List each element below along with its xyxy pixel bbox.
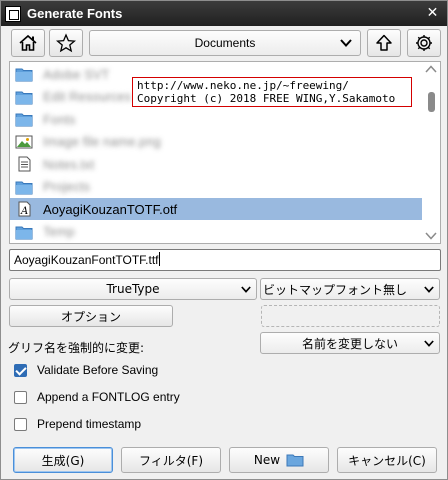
validate-label[interactable]: Validate Before Saving bbox=[37, 363, 158, 377]
file-list-item[interactable]: Fonts bbox=[10, 108, 423, 130]
app-icon bbox=[5, 5, 21, 22]
fontlog-label[interactable]: Append a FONTLOG entry bbox=[37, 390, 180, 404]
generate-button[interactable]: 生成(G) bbox=[13, 447, 113, 473]
text-caret bbox=[158, 252, 160, 266]
file-name: Image file name.png bbox=[43, 134, 161, 149]
filter-button[interactable]: フィルタ(F) bbox=[121, 447, 221, 473]
glyph-rename-select[interactable]: 名前を変更しない bbox=[260, 332, 440, 354]
parent-directory-button[interactable] bbox=[367, 29, 401, 57]
home-icon bbox=[19, 34, 37, 51]
options-button[interactable]: オプション bbox=[9, 305, 173, 327]
close-button[interactable]: ✕ bbox=[424, 5, 441, 22]
chevron-down-icon bbox=[424, 340, 434, 347]
overlay-url: http://www.neko.ne.jp/~freewing/ bbox=[137, 79, 349, 92]
file-name: Notes.txt bbox=[43, 156, 95, 172]
folder-icon bbox=[15, 226, 33, 239]
scrollbar-thumb[interactable] bbox=[428, 92, 435, 112]
file-name: Fonts bbox=[43, 111, 76, 127]
image-file-icon bbox=[15, 135, 33, 148]
favorites-button[interactable] bbox=[49, 29, 83, 57]
folder-icon bbox=[15, 181, 33, 194]
chevron-down-icon bbox=[340, 39, 352, 47]
file-name: Temp bbox=[43, 224, 75, 239]
file-list-item[interactable]: Projects bbox=[10, 176, 423, 198]
file-list-item[interactable]: Image file name.png bbox=[10, 131, 423, 153]
font-format-select[interactable]: TrueType bbox=[9, 278, 257, 300]
file-list-item[interactable]: Recent Items bbox=[10, 243, 423, 244]
file-list-item[interactable]: A AoyagiKouzanTOTF.otf bbox=[10, 198, 423, 220]
chevron-down-icon bbox=[241, 286, 251, 293]
bitmap-format-value: ビットマップフォント無し bbox=[263, 282, 408, 297]
star-icon bbox=[56, 33, 76, 53]
glyph-rename-value: 名前を変更しない bbox=[301, 336, 398, 351]
folder-icon bbox=[15, 68, 33, 82]
settings-button[interactable] bbox=[407, 29, 441, 57]
bitmap-format-select[interactable]: ビットマップフォント無し bbox=[260, 278, 440, 300]
timestamp-checkbox[interactable] bbox=[14, 418, 27, 431]
home-button[interactable] bbox=[11, 29, 45, 57]
gear-icon bbox=[416, 35, 432, 51]
file-name: Edit Resources bbox=[43, 89, 132, 104]
scroll-down-icon[interactable] bbox=[425, 231, 437, 241]
directory-label: Documents bbox=[194, 36, 256, 50]
copyright-overlay: http://www.neko.ne.jp/~freewing/ Copyrig… bbox=[132, 77, 412, 107]
filename-value: AoyagiKouzanFontTOTF.ttf bbox=[14, 253, 159, 267]
fontlog-checkbox[interactable] bbox=[14, 391, 27, 404]
new-folder-button[interactable]: New bbox=[229, 447, 329, 473]
file-name: Adobe SVT bbox=[43, 66, 110, 82]
file-name: AoyagiKouzanTOTF.otf bbox=[43, 201, 178, 217]
up-arrow-icon bbox=[376, 34, 392, 51]
directory-select[interactable]: Documents bbox=[89, 30, 361, 56]
filename-input[interactable]: AoyagiKouzanFontTOTF.ttf bbox=[9, 249, 441, 271]
scroll-up-icon[interactable] bbox=[425, 64, 437, 74]
svg-text:A: A bbox=[20, 206, 28, 217]
generate-fonts-dialog: Generate Fonts ✕ Documents Adobe SVT Edi… bbox=[0, 0, 448, 480]
folder-icon bbox=[15, 91, 33, 104]
bitmap-size-field bbox=[261, 305, 440, 327]
title-bar[interactable]: Generate Fonts ✕ bbox=[1, 1, 447, 26]
file-list-item[interactable]: Temp bbox=[10, 221, 423, 243]
vertical-scrollbar[interactable] bbox=[422, 62, 440, 243]
file-name: Projects bbox=[43, 179, 90, 194]
folder-icon bbox=[286, 454, 304, 467]
new-folder-label: New bbox=[253, 453, 281, 467]
timestamp-label[interactable]: Prepend timestamp bbox=[37, 417, 141, 431]
overlay-copyright: Copyright (c) 2018 FREE WING,Y.Sakamoto bbox=[137, 92, 396, 105]
font-file-icon: A bbox=[18, 201, 31, 217]
font-format-value: TrueType bbox=[106, 282, 160, 296]
file-list-item[interactable]: Notes.txt bbox=[10, 153, 423, 175]
cancel-button[interactable]: キャンセル(C) bbox=[337, 447, 437, 473]
folder-icon bbox=[15, 113, 33, 127]
chevron-down-icon bbox=[424, 286, 434, 293]
glyph-rename-label: グリフ名を強制的に変更: bbox=[8, 341, 145, 355]
window-title: Generate Fonts bbox=[27, 6, 123, 21]
text-file-icon bbox=[18, 156, 31, 172]
validate-checkbox[interactable] bbox=[14, 364, 27, 377]
